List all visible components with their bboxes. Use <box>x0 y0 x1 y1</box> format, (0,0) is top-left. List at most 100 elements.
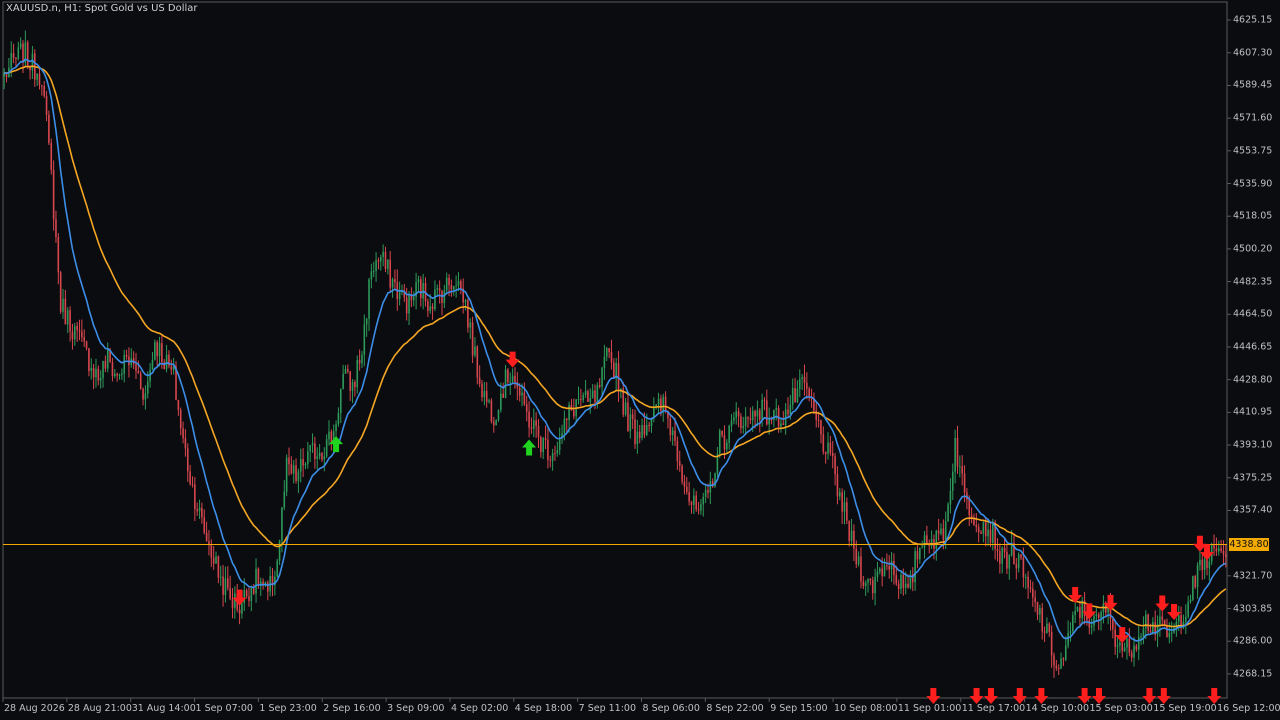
candle-body <box>1215 548 1218 552</box>
candle-body <box>916 551 919 560</box>
candle-body <box>761 399 763 420</box>
candle-body <box>212 557 215 564</box>
candle-body <box>358 360 361 364</box>
candle-body <box>977 527 980 533</box>
candle-body <box>215 556 217 564</box>
candle-body <box>384 251 387 269</box>
y-tick-label: 4410.95 <box>1233 406 1273 418</box>
candle-body <box>36 73 38 80</box>
candle-body <box>1100 611 1102 618</box>
candle-body <box>417 279 420 283</box>
candle-body <box>853 530 855 549</box>
candle-body <box>78 330 81 332</box>
candle-body <box>161 343 163 363</box>
candle-body <box>52 169 55 220</box>
candle-body <box>629 414 632 432</box>
candle-body <box>707 490 709 493</box>
candle-body <box>1069 631 1072 633</box>
candle-body <box>636 431 639 445</box>
candle-body <box>73 326 76 340</box>
candle-body <box>721 430 723 436</box>
candle-body <box>170 365 173 370</box>
price-chart[interactable] <box>0 0 1280 720</box>
candle-body <box>605 348 608 357</box>
candle-body <box>1095 614 1098 616</box>
y-tick-label: 4589.45 <box>1233 79 1273 91</box>
slow-moving-average-line <box>4 65 1227 628</box>
candle-body <box>549 459 552 461</box>
candle-body <box>648 425 650 427</box>
candle-body <box>311 443 314 446</box>
candle-body <box>610 352 613 363</box>
candle-body <box>1079 607 1081 619</box>
candle-body <box>1048 623 1051 633</box>
candle-body <box>930 539 933 547</box>
candle-body <box>43 86 45 96</box>
candle-body <box>429 306 432 311</box>
candle-body <box>66 310 69 325</box>
candle-body <box>1133 645 1135 658</box>
candle-body <box>1147 614 1149 631</box>
candle-body <box>26 42 29 67</box>
candle-body <box>1003 547 1006 552</box>
candle-body <box>735 411 738 418</box>
candle-body <box>627 402 629 432</box>
candle-body <box>836 474 839 497</box>
candle-body <box>537 425 540 438</box>
candle-body <box>226 578 229 588</box>
candle-body <box>963 473 966 493</box>
candle-body <box>577 399 580 401</box>
candle-body <box>596 385 599 403</box>
candle-body <box>1116 644 1119 647</box>
candle-body <box>657 398 660 405</box>
candle-body <box>643 425 646 435</box>
x-tick-label: 2 Sep 16:00 <box>323 703 381 714</box>
candle-body <box>530 427 533 429</box>
buy-arrow-icon <box>522 439 537 456</box>
candle-body <box>709 481 712 493</box>
candle-body <box>379 256 382 262</box>
candle-body <box>857 556 860 565</box>
candle-body <box>394 279 396 283</box>
candle-body <box>375 260 377 272</box>
candle-body <box>92 367 95 378</box>
candle-body <box>455 285 457 287</box>
candle-body <box>1008 555 1011 569</box>
x-tick-label: 28 Aug 2026 <box>4 703 65 714</box>
candle-body <box>469 322 472 328</box>
candle-body <box>624 402 627 415</box>
candle-body <box>55 219 57 238</box>
candle-body <box>737 411 740 417</box>
candle-body <box>806 382 808 389</box>
candle-body <box>695 495 698 510</box>
candle-body <box>518 387 521 396</box>
candle-body <box>954 437 956 472</box>
candle-body <box>476 346 479 378</box>
candle-body <box>337 413 340 425</box>
x-tick-label: 4 Sep 18:00 <box>514 703 573 714</box>
candle-body <box>248 596 250 601</box>
candle-body <box>975 525 978 528</box>
candle-body <box>558 438 561 451</box>
candle-body <box>1166 626 1168 638</box>
candle-body <box>789 404 792 415</box>
candle-body <box>660 398 662 411</box>
candle-body <box>191 483 194 485</box>
candle-body <box>443 290 446 303</box>
candle-body <box>991 522 994 543</box>
candle-body <box>862 581 865 587</box>
candle-body <box>1206 559 1208 569</box>
candle-body <box>728 425 730 443</box>
candle-body <box>521 392 523 396</box>
sell-arrow-icon <box>1142 688 1157 704</box>
candle-body <box>497 410 500 421</box>
x-tick-label: 11 Sep 01:00 <box>897 703 962 714</box>
candle-body <box>970 515 973 518</box>
trading-chart-window[interactable]: XAUUSD.n, H1: Spot Gold vs US Dollar 462… <box>0 0 1280 720</box>
candle-body <box>817 419 820 421</box>
candle-body <box>434 289 436 309</box>
candle-body <box>509 381 512 383</box>
candle-body <box>582 395 585 401</box>
candle-body <box>1194 576 1197 588</box>
candle-body <box>544 438 547 440</box>
